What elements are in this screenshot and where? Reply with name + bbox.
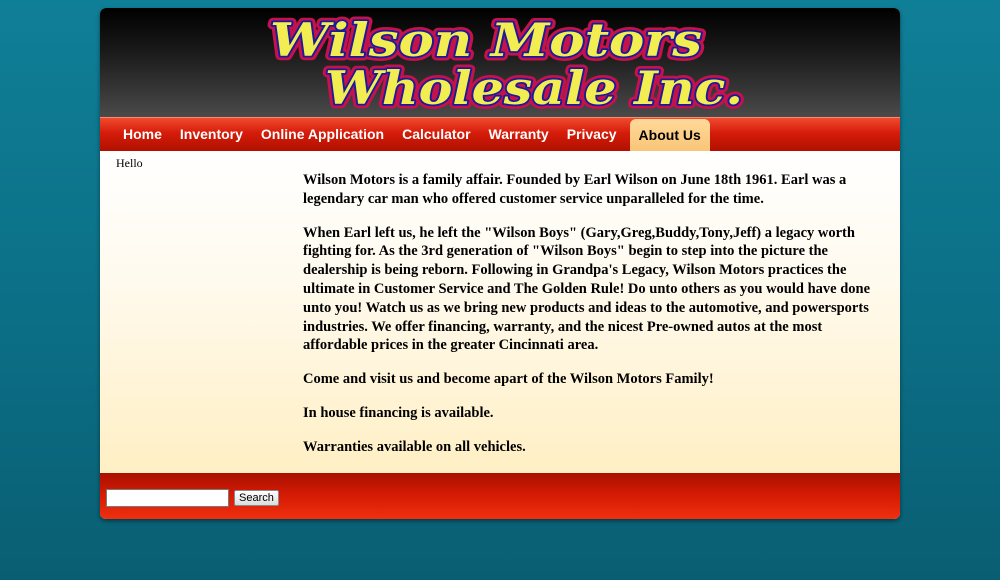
logo-line-2-inner: Wholesale Inc. [325,61,743,115]
nav-item-online-application[interactable]: Online Application [252,118,393,151]
page-container: Wilson Motors Wilson Motors Wholesale In… [100,8,900,519]
content-area: Hello Wilson Motors is a family affair. … [100,151,900,473]
nav-item-home[interactable]: Home [114,118,171,151]
search-input[interactable] [106,489,229,507]
logo[interactable]: Wilson Motors Wilson Motors Wholesale In… [260,8,760,118]
main-nav: Home Inventory Online Application Calcul… [100,117,900,151]
paragraph: When Earl left us, he left the "Wilson B… [303,224,871,354]
nav-item-warranty[interactable]: Warranty [480,118,558,151]
paragraph: Come and visit us and become apart of th… [303,371,714,388]
logo-line-1-inner: Wilson Motors [270,13,702,67]
nav-item-privacy[interactable]: Privacy [558,118,626,151]
nav-item-about-us[interactable]: About Us [629,119,710,151]
nav-item-inventory[interactable]: Inventory [171,118,252,151]
paragraph: In house financing is available. [303,404,494,421]
paragraph: Wilson Motors is a family affair. Founde… [303,172,847,207]
paragraph: Warranties available on all vehicles. [303,438,526,455]
sidebar-text: Hello [116,156,143,170]
nav-item-calculator[interactable]: Calculator [393,118,479,151]
footer: Search [100,473,900,519]
about-text: Wilson Motors is a family affair. Founde… [303,171,888,472]
header-banner: Wilson Motors Wilson Motors Wholesale In… [100,8,900,117]
search-button[interactable]: Search [234,490,279,506]
